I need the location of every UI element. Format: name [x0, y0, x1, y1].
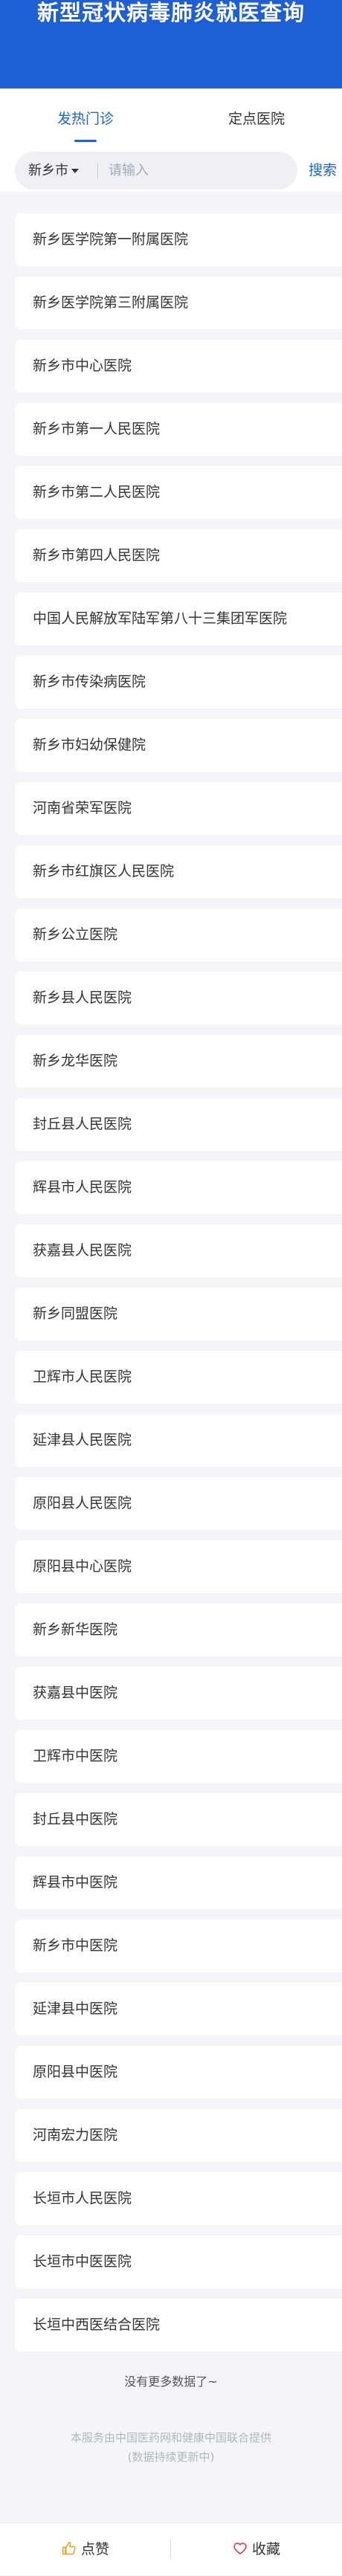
hospital-list-item[interactable]: 原阳县中医院 [15, 2046, 342, 2099]
hospital-list-item[interactable]: 新乡市妇幼保健院 [15, 719, 342, 772]
page-header: 新型冠状病毒肺炎就医查询 [0, 0, 342, 88]
like-button[interactable]: 点赞 [0, 2523, 171, 2576]
search-box: 新乡市 [15, 152, 297, 190]
favorite-button[interactable]: 收藏 [171, 2523, 342, 2576]
thumbs-up-icon [62, 2541, 76, 2554]
hospital-list-item[interactable]: 新乡同盟医院 [15, 1288, 342, 1340]
hospital-list-item[interactable]: 延津县人民医院 [15, 1414, 342, 1467]
data-source-line: 本服务由中国医药网和健康中国联合提供 [70, 2431, 271, 2444]
hospital-list-item[interactable]: 长垣市中医医院 [15, 2236, 342, 2288]
hospital-list-item[interactable]: 新乡市第四人民医院 [15, 529, 342, 582]
data-source-note: 本服务由中国医药网和健康中国联合提供 (数据持续更新中) [0, 2428, 342, 2467]
hospital-list-item[interactable]: 延津县中医院 [15, 1983, 342, 2036]
hospital-list-item[interactable]: 封丘县人民医院 [15, 1098, 342, 1151]
hospital-list-item[interactable]: 中国人民解放军陆军第八十三集团军医院 [15, 593, 342, 645]
hospital-list-item[interactable]: 原阳县人民医院 [15, 1477, 342, 1530]
active-tab-indicator [74, 140, 97, 142]
hospital-list-item[interactable]: 新乡市中医院 [15, 1920, 342, 1972]
city-dropdown-label: 新乡市 [28, 163, 68, 178]
tab-designated-hospital[interactable]: 定点医院 [171, 88, 342, 149]
search-divider [97, 163, 98, 178]
hospital-list-item[interactable]: 获嘉县人民医院 [15, 1224, 342, 1277]
tab-bar: 发热门诊 定点医院 [0, 88, 342, 149]
hospital-list-item[interactable]: 新乡县人民医院 [15, 972, 342, 1024]
hospital-list: 新乡医学院第一附属医院 新乡医学院第三附属医院 新乡市中心医院 新乡市第一人民医院 新乡… [15, 213, 342, 2362]
hospital-list-item[interactable]: 新乡市第二人民医院 [15, 466, 342, 519]
search-bar: 新乡市 搜索 [0, 149, 342, 192]
hospital-list-item[interactable]: 河南宏力医院 [15, 2109, 342, 2162]
hospital-list-item[interactable]: 新乡市第一人民医院 [15, 403, 342, 456]
page-title: 新型冠状病毒肺炎就医查询 [36, 0, 305, 25]
hospital-list-item[interactable]: 卫辉市中医院 [15, 1730, 342, 1783]
hospital-list-item[interactable]: 获嘉县中医院 [15, 1667, 342, 1720]
hospital-list-item[interactable]: 封丘县中医院 [15, 1793, 342, 1846]
hospital-list-item[interactable]: 新乡龙华医院 [15, 1035, 342, 1088]
like-label: 点赞 [80, 2541, 109, 2557]
data-update-line: (数据持续更新中) [127, 2450, 215, 2464]
heart-icon [233, 2542, 247, 2554]
hospital-list-item[interactable]: 新乡医学院第三附属医院 [15, 277, 342, 329]
hospital-list-item[interactable]: 辉县市中医院 [15, 1856, 342, 1909]
bottom-action-bar: 点赞 收藏 [0, 2522, 342, 2575]
hospital-list-item[interactable]: 新乡医学院第一附属医院 [15, 213, 342, 266]
no-more-text: 没有更多数据了~ [124, 2375, 218, 2389]
caret-down-icon [71, 169, 79, 173]
city-dropdown[interactable]: 新乡市 [28, 152, 79, 190]
hospital-list-item[interactable]: 河南省荣军医院 [15, 782, 342, 835]
hospital-list-item[interactable]: 辉县市人民医院 [15, 1161, 342, 1214]
hospital-list-item[interactable]: 卫辉市人民医院 [15, 1351, 342, 1404]
search-button[interactable]: 搜索 [309, 149, 337, 192]
hospital-list-item[interactable]: 原阳县中心医院 [15, 1540, 342, 1593]
hospital-list-item[interactable]: 长垣中西医结合医院 [15, 2299, 342, 2351]
search-input[interactable] [104, 152, 290, 190]
hospital-list-item[interactable]: 新乡市传染病医院 [15, 656, 342, 708]
favorite-label: 收藏 [251, 2541, 280, 2557]
hospital-list-item[interactable]: 新乡新华医院 [15, 1604, 342, 1656]
hospital-list-item[interactable]: 新乡公立医院 [15, 908, 342, 961]
hospital-list-item[interactable]: 新乡市红旗区人民医院 [15, 845, 342, 898]
hospital-list-item[interactable]: 长垣市人民医院 [15, 2172, 342, 2225]
hospital-list-item[interactable]: 新乡市中心医院 [15, 340, 342, 393]
